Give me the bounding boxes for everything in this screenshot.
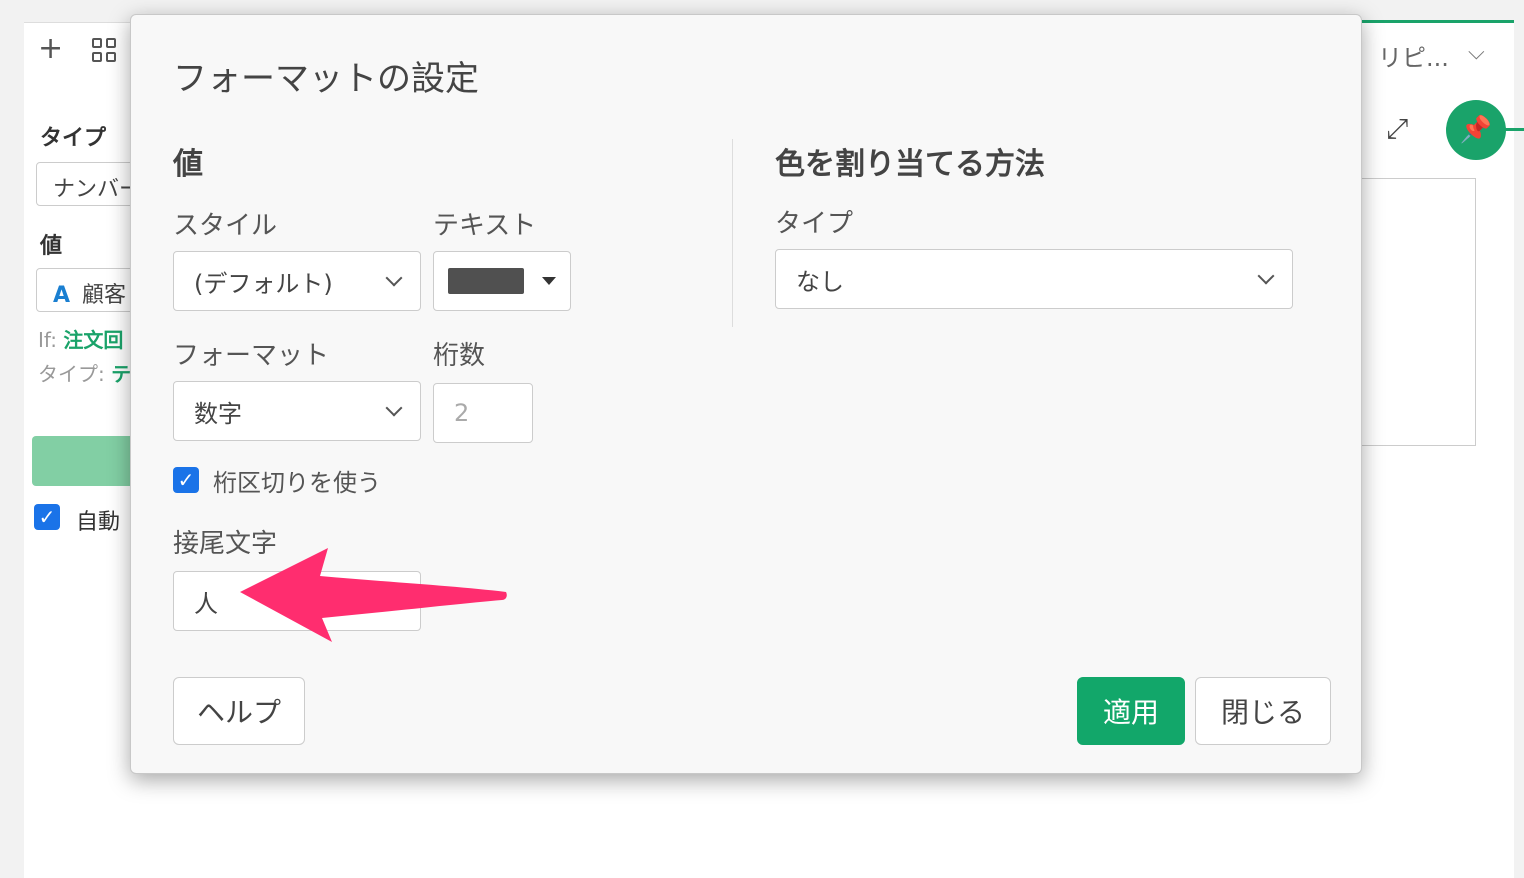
preview-box: [1360, 178, 1476, 446]
auto-checkbox-label: 自動: [76, 510, 121, 535]
sidebar-if-line: If: 注文回: [38, 324, 123, 353]
text-color-picker[interactable]: [433, 251, 571, 311]
text-type-icon: A: [53, 283, 71, 308]
digits-input[interactable]: 2: [433, 383, 533, 443]
sidebar-value-text: 顧客: [82, 283, 127, 308]
pin-icon: 📌: [1459, 115, 1493, 145]
auto-checkbox[interactable]: ✓: [34, 504, 60, 530]
format-select-value: 数字: [194, 399, 242, 428]
chevron-down-icon: [385, 399, 403, 417]
color-section-heading: 色を割り当てる方法: [775, 147, 1045, 182]
sidebar-value-label: 値: [40, 234, 63, 259]
digits-label: 桁数: [433, 341, 486, 371]
chevron-down-icon: [385, 269, 403, 287]
help-button[interactable]: ヘルプ: [173, 677, 305, 745]
caret-down-icon: [542, 277, 556, 285]
style-label: スタイル: [173, 211, 278, 241]
format-select[interactable]: 数字: [173, 381, 421, 441]
sidebar-type-label: タイプ: [40, 126, 107, 151]
text-color-label: テキスト: [433, 211, 537, 241]
color-type-select[interactable]: なし: [775, 249, 1293, 309]
pin-button[interactable]: 📌: [1446, 100, 1506, 160]
if-value[interactable]: 注文回: [63, 328, 123, 352]
color-type-label: タイプ: [775, 209, 854, 239]
pin-connector: [1504, 128, 1524, 131]
add-icon[interactable]: +: [38, 34, 63, 64]
format-label: フォーマット: [173, 341, 330, 371]
style-select[interactable]: (デフォルト): [173, 251, 421, 311]
chevron-down-icon[interactable]: ⌵: [1468, 40, 1485, 65]
color-swatch: [448, 268, 524, 294]
style-select-value: (デフォルト): [194, 269, 333, 298]
expand-icon[interactable]: ⤢: [1386, 112, 1408, 146]
format-settings-dialog: フォーマットの設定 値 スタイル (デフォルト) テキスト フォーマット 数字 …: [130, 14, 1362, 774]
annotation-arrow-icon: [240, 548, 507, 642]
value-section-heading: 値: [173, 147, 203, 182]
apply-button[interactable]: 適用: [1077, 677, 1185, 745]
column-divider: [732, 139, 733, 327]
tab-label[interactable]: リピ...: [1378, 38, 1449, 73]
color-type-value: なし: [796, 267, 844, 296]
type-prefix: タイプ:: [38, 362, 105, 386]
active-tab-indicator: [1360, 20, 1514, 23]
type-value[interactable]: テ: [111, 362, 131, 386]
grid-icon[interactable]: [92, 38, 118, 64]
sidebar-type-line: タイプ: テ: [38, 358, 131, 387]
dialog-title: フォーマットの設定: [173, 59, 479, 99]
if-prefix: If:: [38, 328, 57, 352]
separator-checkbox[interactable]: ✓: [173, 467, 199, 493]
separator-label: 桁区切りを使う: [213, 469, 381, 497]
close-button[interactable]: 閉じる: [1195, 677, 1331, 745]
chevron-down-icon: [1257, 267, 1275, 285]
